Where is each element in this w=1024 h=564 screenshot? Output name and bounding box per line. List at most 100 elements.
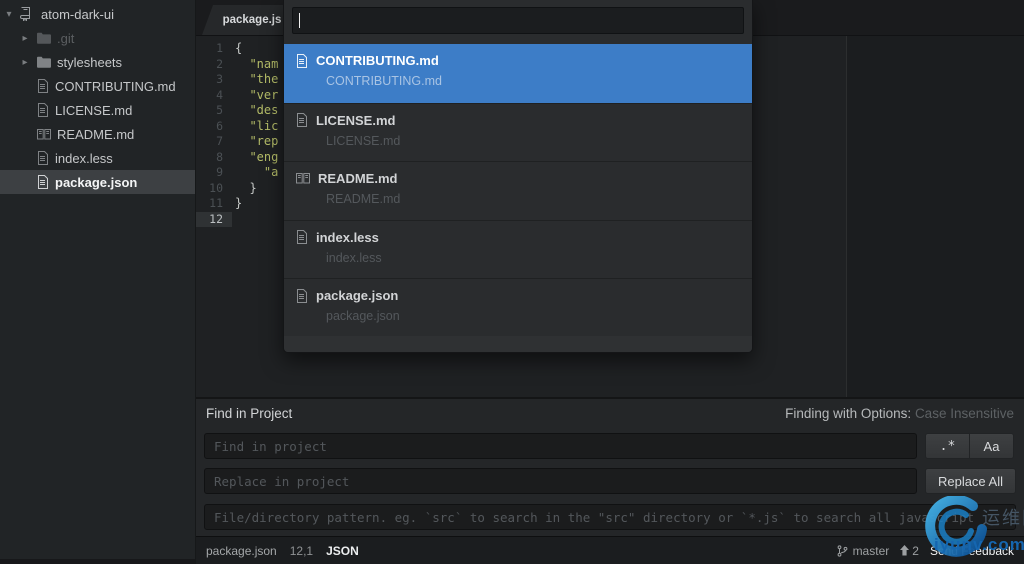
text-caret [299, 13, 300, 28]
tree-item-license-md[interactable]: LICENSE.md [0, 98, 195, 122]
tree-item-label: README.md [57, 126, 135, 142]
replace-all-button[interactable]: Replace All [925, 468, 1016, 494]
tree-item-label: .git [57, 30, 75, 46]
case-sensitive-toggle-button[interactable]: Aa [970, 433, 1014, 459]
git-branch-icon [837, 544, 848, 557]
finder-item-index-less[interactable]: index.less index.less [284, 219, 752, 279]
fuzzy-finder-input[interactable] [292, 7, 744, 34]
chevron-down-icon[interactable]: ▾ [4, 9, 14, 20]
line-source: } [235, 180, 257, 195]
tree-view: ▾ atom-dark-ui ▸ .git ▸ stylesheets CONTRIBU… [0, 0, 196, 564]
branch-name: master [852, 543, 890, 558]
repo-icon [19, 7, 31, 21]
send-feedback-button[interactable]: Send Feedback [930, 544, 1014, 558]
file-text-icon [296, 288, 308, 303]
book-icon [37, 128, 51, 141]
line-source: "the [235, 72, 279, 86]
tree-item--git[interactable]: ▸ .git [0, 26, 195, 50]
file-text-icon [37, 175, 49, 189]
fuzzy-finder-footer [284, 336, 752, 352]
file-text-icon [296, 113, 308, 127]
tree-item-label: stylesheets [57, 54, 123, 70]
tree-root-project[interactable]: ▾ atom-dark-ui [0, 2, 195, 26]
status-bar: package.json 12,1 JSON master 2 Send Fee… [196, 536, 1024, 564]
atom-window: ▾ atom-dark-ui ▸ .git ▸ stylesheets CONTRIBU… [0, 0, 1024, 564]
finder-item-path: CONTRIBUTING.md [326, 74, 442, 88]
arrow-up-icon [900, 545, 910, 556]
regex-toggle-button[interactable]: .* [925, 433, 970, 459]
finder-item-package-json[interactable]: package.json package.json [284, 278, 752, 337]
find-input[interactable] [204, 433, 917, 459]
file-text-icon [296, 53, 308, 68]
line-number: 1 [216, 41, 223, 55]
tree-item-readme-md[interactable]: README.md [0, 122, 195, 146]
status-bar-right: master 2 Send Feedback [837, 544, 1024, 558]
tree-item-contributing-md[interactable]: CONTRIBUTING.md [0, 74, 195, 98]
path-pattern-input[interactable] [204, 504, 1016, 530]
finder-item-name: CONTRIBUTING.md [316, 53, 439, 68]
line-number: 7 [216, 134, 223, 148]
tree-item-stylesheets[interactable]: ▸ stylesheets [0, 50, 195, 74]
file-text-icon [37, 79, 49, 93]
find-panel-title: Find in Project [206, 406, 293, 421]
book-icon [296, 172, 310, 185]
finder-item-contributing-md[interactable]: CONTRIBUTING.md CONTRIBUTING.md [284, 44, 752, 103]
find-in-project-panel: Find in Project Finding with Options: Ca… [196, 397, 1024, 537]
tab-label: package.js [222, 14, 282, 26]
finder-item-path: index.less [326, 250, 382, 265]
file-text-icon [296, 230, 308, 244]
finder-item-path: README.md [326, 192, 401, 206]
finder-item-name: README.md [318, 171, 398, 186]
finder-item-name: package.json [316, 288, 399, 303]
tree-item-label: package.json [55, 174, 138, 190]
replace-input[interactable] [204, 468, 917, 494]
line-number: 5 [216, 103, 223, 117]
finder-item-name: LICENSE.md [316, 112, 396, 128]
line-number: 9 [216, 165, 223, 179]
chevron-right-icon[interactable]: ▸ [20, 57, 30, 68]
chevron-right-icon[interactable]: ▸ [20, 33, 30, 44]
find-options-label: Finding with Options: [785, 406, 912, 421]
line-source: "lic [235, 118, 279, 133]
git-branch-status: master [837, 543, 890, 558]
line-number: 8 [216, 149, 223, 164]
find-panel-header: Find in Project Finding with Options: Ca… [206, 406, 1014, 421]
tree-item-index-less[interactable]: index.less [0, 146, 195, 170]
line-source: "eng [235, 149, 279, 164]
line-source: "rep [235, 134, 279, 148]
folder-icon [37, 32, 51, 44]
ahead-count: 2 [912, 543, 919, 558]
fuzzy-finder-panel: CONTRIBUTING.md CONTRIBUTING.md LICENSE.md… [283, 0, 753, 353]
finder-item-name: index.less [316, 229, 379, 245]
line-source: { [235, 41, 243, 55]
project-root-label: atom-dark-ui [41, 6, 114, 22]
find-options-value: Case Insensitive [914, 406, 1014, 421]
status-grammar[interactable]: JSON [326, 544, 359, 558]
finder-item-readme-md[interactable]: README.md README.md [284, 161, 752, 220]
finder-item-path: LICENSE.md [326, 133, 401, 148]
tree-item-label: index.less [55, 150, 113, 166]
find-options-status: Finding with Options: Case Insensitive [785, 406, 1014, 421]
line-source: "des [235, 103, 279, 117]
line-source: "nam [235, 56, 279, 71]
tree-item-label: LICENSE.md [55, 102, 133, 118]
line-number: 4 [216, 87, 223, 102]
file-text-icon [37, 151, 49, 165]
status-bar-left: package.json 12,1 JSON [196, 544, 359, 558]
find-option-buttons: .* Aa [925, 433, 1014, 459]
status-file-name: package.json [206, 543, 277, 558]
tree-item-package-json[interactable]: package.json [0, 170, 195, 194]
line-source: "a [235, 165, 279, 179]
file-text-icon [37, 103, 49, 117]
line-number: 3 [216, 72, 223, 86]
fuzzy-finder-input-wrap [292, 7, 744, 34]
status-cursor-position[interactable]: 12,1 [290, 544, 313, 558]
line-number: 11 [209, 196, 223, 210]
line-number: 12 [196, 211, 232, 227]
line-number: 6 [216, 118, 223, 133]
folder-icon [37, 56, 51, 68]
line-source: } [235, 196, 243, 210]
commits-ahead-status: 2 [900, 544, 919, 558]
finder-item-license-md[interactable]: LICENSE.md LICENSE.md [284, 102, 752, 162]
tab-package-json[interactable]: package.js [202, 5, 294, 35]
